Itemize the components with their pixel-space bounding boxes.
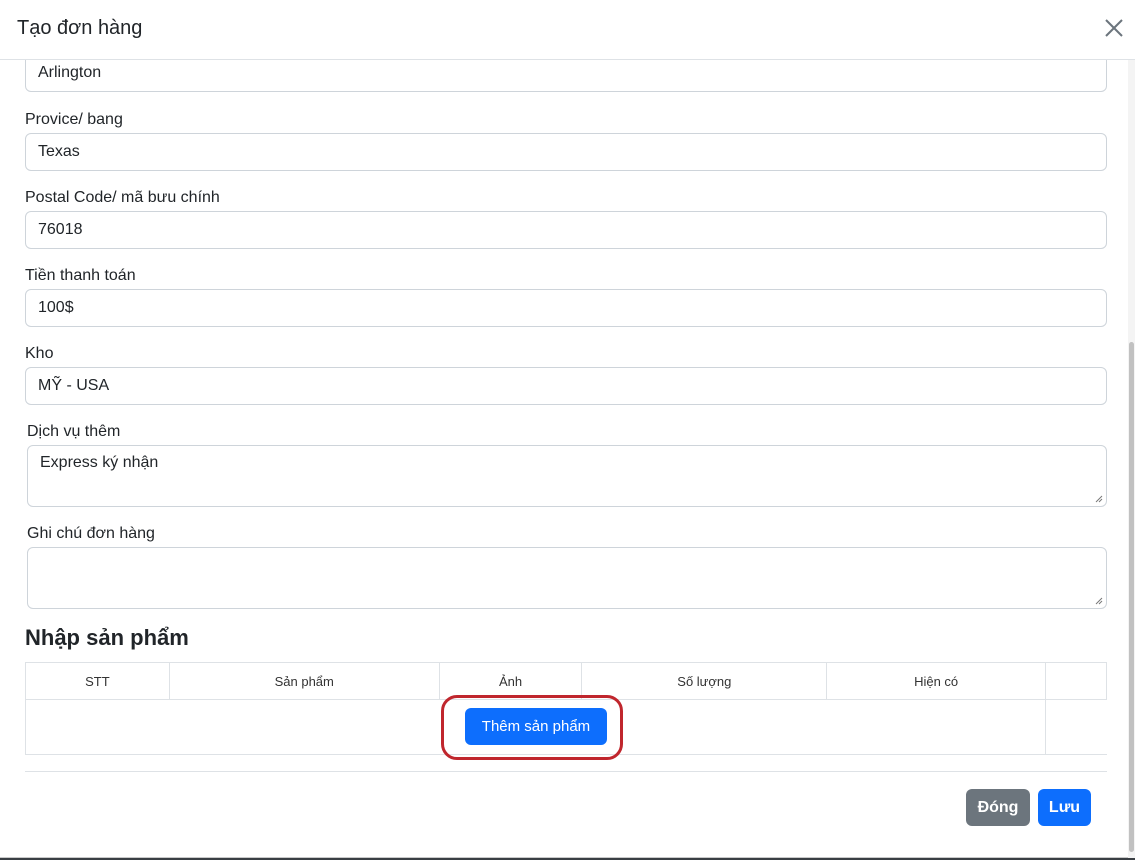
order-note-textarea[interactable]	[27, 547, 1107, 609]
postal-code-label: Postal Code/ mã bưu chính	[25, 189, 220, 206]
postal-code-input[interactable]: 76018	[25, 211, 1107, 249]
resize-grip-icon[interactable]	[1095, 597, 1103, 605]
city-input[interactable]: Arlington	[25, 60, 1107, 92]
column-header-available: Hiện có	[826, 662, 1046, 700]
scrollbar-thumb[interactable]	[1129, 342, 1134, 852]
extra-service-label: Dịch vụ thêm	[27, 423, 121, 440]
extra-service-textarea[interactable]: Express ký nhận	[27, 445, 1107, 507]
create-order-modal: Tạo đơn hàng Arlington Provice/ bang Tex…	[0, 0, 1135, 858]
empty-cell	[1045, 699, 1107, 755]
warehouse-input[interactable]: MỸ - USA	[25, 367, 1107, 405]
column-header-quantity: Số lượng	[581, 662, 828, 700]
payment-label: Tiền thanh toán	[25, 267, 136, 284]
add-product-button[interactable]: Thêm sản phẩm	[465, 708, 607, 745]
province-label: Provice/ bang	[25, 111, 123, 128]
province-input[interactable]: Texas	[25, 133, 1107, 171]
column-header-product: Sản phẩm	[168, 662, 440, 700]
close-button[interactable]: Đóng	[966, 789, 1030, 826]
column-header-image: Ảnh	[438, 662, 583, 700]
column-header-actions	[1045, 662, 1107, 700]
modal-body: Arlington Provice/ bang Texas Postal Cod…	[0, 60, 1128, 858]
extra-service-value: Express ký nhận	[40, 454, 159, 471]
warehouse-label: Kho	[25, 345, 54, 362]
modal-header: Tạo đơn hàng	[0, 0, 1135, 60]
order-note-label: Ghi chú đơn hàng	[27, 525, 155, 542]
modal-title: Tạo đơn hàng	[17, 17, 143, 39]
payment-input[interactable]: 100$	[25, 289, 1107, 327]
resize-grip-icon[interactable]	[1095, 495, 1103, 503]
table-header-row: STT Sản phẩm Ảnh Số lượng Hiện có	[25, 662, 1107, 700]
products-section-title: Nhập sản phẩm	[25, 625, 189, 650]
close-icon[interactable]	[1103, 17, 1125, 39]
save-button[interactable]: Lưu	[1038, 789, 1091, 826]
column-header-stt: STT	[25, 662, 170, 700]
footer-divider	[25, 771, 1107, 772]
